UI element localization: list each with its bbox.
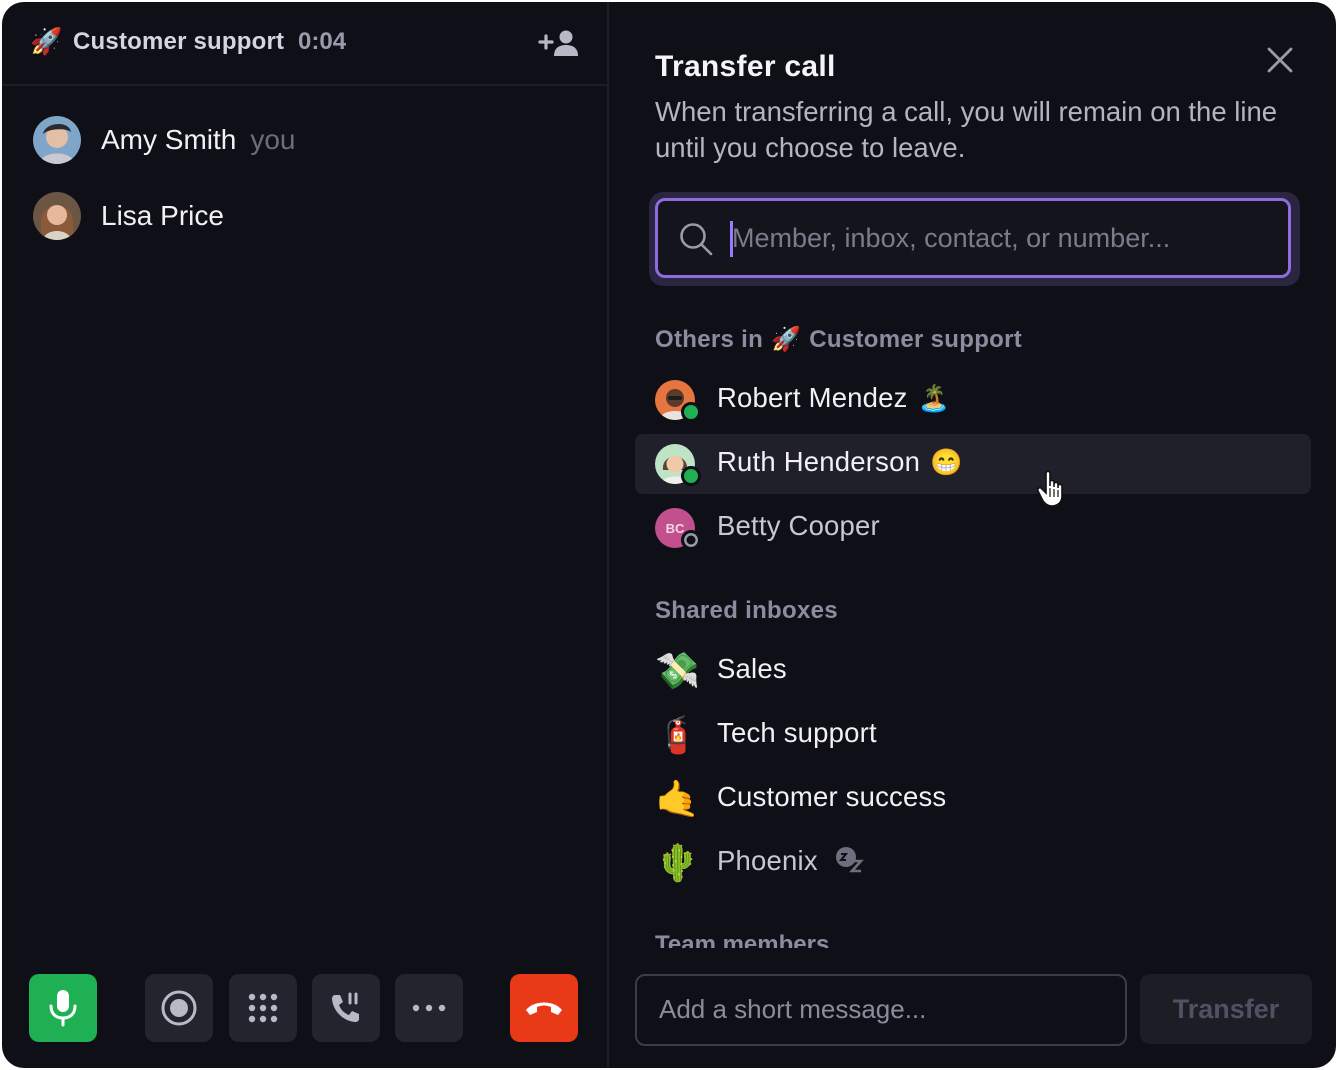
participant-row: Lisa Price <box>33 191 224 241</box>
phone-hold-icon <box>332 992 359 1022</box>
you-label: you <box>250 124 296 155</box>
grinning-face-icon: 😁 <box>930 447 963 477</box>
record-button[interactable] <box>145 974 213 1042</box>
inbox-row-phoenix[interactable]: 🌵 Phoenix <box>635 833 1311 893</box>
message-field[interactable] <box>635 974 1127 1046</box>
member-name: Robert Mendez 🏝️ <box>717 382 951 413</box>
rocket-icon: 🚀 <box>771 326 802 353</box>
microphone-icon <box>49 990 77 1027</box>
keypad-icon <box>248 993 278 1023</box>
record-icon <box>161 990 197 1026</box>
mute-button[interactable] <box>29 974 97 1042</box>
call-panel: 🚀 Customer support 0:04 Amy Smith you Li… <box>2 2 607 1068</box>
section-team-heading: Team members <box>655 931 830 948</box>
cactus-icon: 🌵 <box>655 842 700 883</box>
rocket-icon: 🚀 <box>30 26 63 56</box>
member-name: Ruth Henderson 😁 <box>717 446 963 477</box>
member-name: Betty Cooper <box>717 510 880 541</box>
transfer-panel: Transfer call When transferring a call, … <box>609 2 1336 1068</box>
section-prefix: Others in <box>655 326 764 353</box>
section-team-name: Customer support <box>809 326 1023 353</box>
inbox-row-tech-support[interactable]: 🧯 Tech support <box>635 705 1311 765</box>
more-options-button[interactable] <box>395 974 463 1042</box>
online-indicator <box>681 402 701 422</box>
participant-name: Lisa Price <box>101 200 224 231</box>
palm-island-icon: 🏝️ <box>917 383 951 413</box>
inbox-name: Tech support <box>717 717 877 748</box>
participant-row: Amy Smith you <box>33 115 296 165</box>
call-me-hand-icon: 🤙 <box>655 778 700 819</box>
inbox-name: Sales <box>717 653 787 684</box>
transfer-description: When transferring a call, you will remai… <box>655 96 1278 163</box>
keypad-button[interactable] <box>229 974 297 1042</box>
section-inboxes-heading: Shared inboxes <box>655 597 838 624</box>
member-row-robert-mendez[interactable]: Robert Mendez 🏝️ <box>635 370 1311 430</box>
member-row-ruth-henderson[interactable]: Ruth Henderson 😁 <box>635 434 1311 494</box>
add-participant-icon[interactable] <box>538 28 580 60</box>
call-header: 🚀 Customer support 0:04 <box>2 2 607 86</box>
hold-button[interactable] <box>312 974 380 1042</box>
search-input[interactable] <box>732 213 1272 263</box>
hang-up-button[interactable] <box>510 974 578 1042</box>
message-input[interactable] <box>659 986 1099 1032</box>
section-others-heading: Others in 🚀 Customer support <box>655 326 1022 354</box>
call-timer: 0:04 <box>298 28 347 55</box>
member-row-betty-cooper[interactable]: BC Betty Cooper <box>635 498 1311 558</box>
participant-name: Amy Smith <box>101 124 237 155</box>
search-field[interactable] <box>655 198 1291 278</box>
hang-up-icon <box>526 1002 562 1015</box>
more-icon <box>412 1004 446 1012</box>
online-indicator <box>681 466 701 486</box>
close-icon[interactable] <box>1264 44 1296 76</box>
channel-name: Customer support <box>73 28 285 55</box>
avatar <box>33 116 81 164</box>
inbox-row-customer-success[interactable]: 🤙 Customer success <box>635 769 1311 829</box>
inbox-name: Customer success <box>717 781 947 812</box>
avatar-initials: BC <box>665 520 685 536</box>
call-window: 🚀 Customer support 0:04 Amy Smith you Li… <box>2 2 1336 1068</box>
fire-extinguisher-icon: 🧯 <box>655 714 700 755</box>
inbox-row-sales[interactable]: 💸 Sales <box>635 641 1311 701</box>
transfer-title: Transfer call <box>655 50 836 83</box>
search-icon <box>678 221 714 257</box>
snooze-icon <box>834 845 864 880</box>
offline-indicator <box>681 530 701 550</box>
transfer-button[interactable]: Transfer <box>1140 974 1312 1044</box>
avatar <box>33 192 81 240</box>
inbox-name: Phoenix <box>717 845 864 880</box>
money-with-wings-icon: 💸 <box>655 650 700 691</box>
